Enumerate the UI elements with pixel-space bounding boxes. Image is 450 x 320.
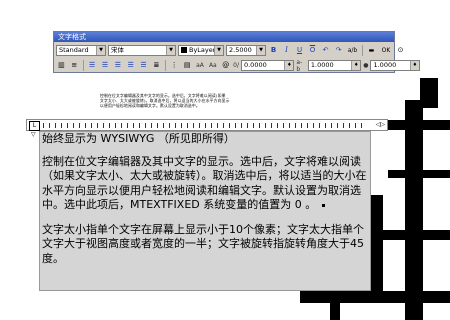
spinner-icon: ♦ — [409, 61, 419, 70]
tracking-value: 1.0000 — [310, 61, 334, 69]
ruler-ticks — [43, 123, 367, 128]
undo-button[interactable]: ↶ — [320, 45, 331, 56]
editor-paragraph: 控制在位文字编辑器及其中文字的显示。选中后，文字将难以阅读（如果文字太小、太大或… — [40, 155, 370, 213]
uppercase-button[interactable]: aA — [195, 60, 206, 71]
text-cursor — [322, 203, 326, 207]
style-dropdown[interactable]: Standard ▼ — [56, 45, 106, 56]
toolbar-title[interactable]: 文字格式 — [54, 32, 394, 42]
drawing-line — [300, 291, 450, 303]
mtext-ruler[interactable]: L ◁▷ — [26, 119, 388, 131]
drawing-line — [388, 170, 450, 178]
justify-icon[interactable]: ☰ — [125, 60, 136, 71]
editor-heading: 始终显示为 WYSIWYG （所见即所得） — [42, 132, 235, 145]
color-value: ByLayer — [189, 46, 216, 54]
tracking-field[interactable]: 1.0000 ♦ — [307, 60, 362, 71]
separator — [164, 60, 166, 71]
lowercase-button[interactable]: Aa — [207, 60, 218, 71]
color-swatch-icon — [181, 47, 187, 53]
editor-paragraph: 文字太小指单个文字在屏幕上显示小于10个像素；文字太大指单个文字大于视图高度或者… — [42, 222, 364, 265]
oblique-angle-field[interactable]: 0.0000 ♦ — [240, 60, 295, 71]
width-factor-icon: ● — [363, 62, 369, 69]
columns-icon[interactable]: ▥ — [56, 60, 67, 71]
overline-button[interactable]: O — [307, 45, 318, 56]
drawing-line — [405, 100, 423, 320]
options-icon[interactable]: ⊙ — [395, 45, 406, 56]
angle-value: 0.0000 — [243, 61, 267, 69]
chevron-down-icon: ▼ — [166, 46, 175, 55]
toolbar-row-1: Standard ▼ 宋体 ▼ ByLayer ▼ 2.5000 ▼ B I U… — [56, 44, 406, 57]
font-dropdown[interactable]: 宋体 ▼ — [108, 45, 176, 56]
symbol-button[interactable]: @ — [220, 60, 231, 71]
separator — [82, 60, 84, 71]
preview-line: 以便用户轻松地阅读和编辑文字。默认设置为取消选中。 — [100, 103, 200, 108]
distribute-icon[interactable]: ☰ — [138, 60, 149, 71]
line-spacing-icon[interactable]: ≣ — [151, 60, 162, 71]
mtext-editor[interactable]: 始终显示为 WYSIWYG （所见即所得） 控制在位文字编辑器及其中文字的显示。… — [39, 131, 371, 291]
bold-button[interactable]: B — [268, 45, 279, 56]
underline-button[interactable]: U — [294, 45, 305, 56]
numbering-icon[interactable]: ⋮ — [169, 60, 180, 71]
align-right-icon[interactable]: ☰ — [112, 60, 123, 71]
chevron-down-icon: ▼ — [96, 46, 105, 55]
font-value: 宋体 — [111, 46, 124, 54]
mtext-justify-icon[interactable]: ≡ — [69, 60, 80, 71]
ruler-resize-handle[interactable]: ◁▷ — [376, 121, 385, 129]
insert-field-icon[interactable]: ▤ — [182, 60, 193, 71]
tab-stop-icon[interactable]: ▽ — [31, 132, 36, 138]
width-factor-field[interactable]: 1.0000 ♦ — [370, 60, 420, 71]
style-value: Standard — [59, 46, 89, 54]
drawing-line — [371, 195, 383, 291]
chevron-down-icon: ▼ — [256, 46, 265, 55]
spinner-icon: ♦ — [284, 61, 294, 70]
text-format-toolbar: 文字格式 Standard ▼ 宋体 ▼ ByLayer ▼ 2.5000 ▼ … — [53, 31, 420, 73]
tracking-icon: a-b — [296, 58, 303, 73]
spinner-icon: ♦ — [351, 61, 361, 70]
color-dropdown[interactable]: ByLayer ▼ — [178, 45, 224, 56]
toolbar-row-2: ▥ ≡ ☰ ☰ ☰ ☰ ☰ ≣ ⋮ ▤ aA Aa @ 0/ 0.0000 ♦ … — [56, 58, 420, 73]
width-value: 1.0000 — [373, 61, 397, 69]
align-left-icon[interactable]: ☰ — [87, 60, 98, 71]
separator — [362, 45, 363, 56]
editor-paragraph-text: 控制在位文字编辑器及其中文字的显示。选中后，文字将难以阅读（如果文字太小、太大或… — [42, 154, 367, 212]
oblique-angle-icon: 0/ — [233, 62, 239, 69]
chevron-down-icon: ▼ — [214, 46, 223, 55]
italic-button[interactable]: I — [281, 45, 292, 56]
text-height-dropdown[interactable]: 2.5000 ▼ — [226, 45, 266, 56]
ok-button[interactable]: OK — [379, 45, 393, 56]
ruler-icon[interactable]: ▬ — [366, 45, 377, 56]
indent-marker[interactable]: L — [29, 121, 40, 131]
height-value: 2.5000 — [229, 46, 252, 54]
canvas-text-preview: 控制在位文字编辑器及其中文字的显示。选中后，文字将难以阅读(如果 文字太小、太大… — [100, 93, 250, 108]
drawing-line — [388, 120, 450, 130]
stack-button[interactable]: a/b — [346, 45, 359, 56]
redo-button[interactable]: ↷ — [333, 45, 344, 56]
align-center-icon[interactable]: ☰ — [100, 60, 111, 71]
